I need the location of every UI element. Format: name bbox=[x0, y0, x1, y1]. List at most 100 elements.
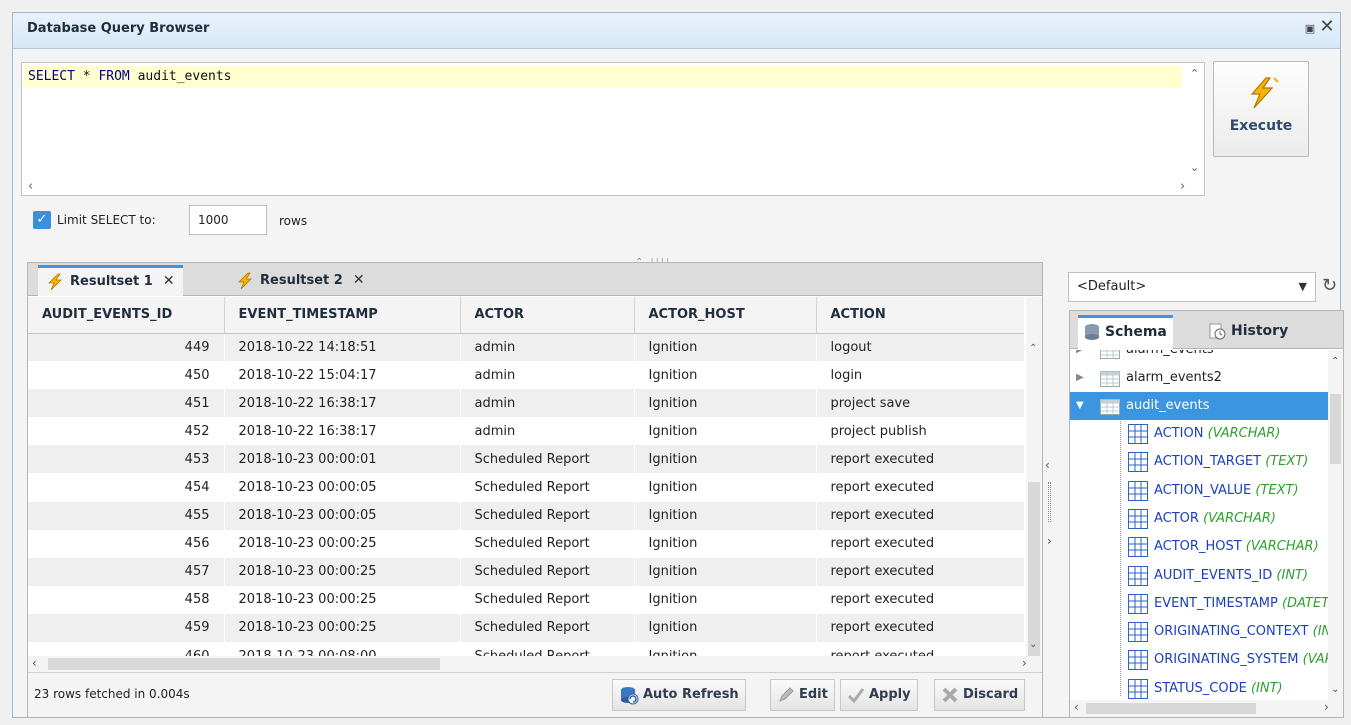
restore-icon[interactable]: ▣ bbox=[1301, 22, 1319, 42]
auto-refresh-button[interactable]: Auto Refresh bbox=[612, 679, 746, 711]
table-cell[interactable]: project save bbox=[816, 389, 1024, 418]
tree-node-column[interactable]: ACTOR_HOST (VARCHAR) bbox=[1070, 533, 1328, 561]
table-cell[interactable]: report executed bbox=[816, 529, 1024, 558]
tree-node-column[interactable]: AUDIT_EVENTS_ID (INT) bbox=[1070, 562, 1328, 590]
grid-scroll-left-icon[interactable]: ‹ bbox=[32, 656, 37, 670]
tree-node-column[interactable]: STATUS_CODE (INT) bbox=[1070, 675, 1328, 700]
tree-scroll-down-icon[interactable]: ⌄ bbox=[1331, 684, 1339, 695]
table-cell[interactable]: 458 bbox=[28, 585, 225, 614]
collapsed-arrow-icon[interactable]: ▶ bbox=[1076, 350, 1084, 364]
table-row[interactable]: 4602018-10-23 00:08:00Scheduled ReportIg… bbox=[28, 642, 1024, 656]
table-cell[interactable]: Ignition bbox=[634, 333, 817, 362]
table-cell[interactable]: admin bbox=[460, 361, 635, 390]
table-cell[interactable]: 449 bbox=[28, 333, 225, 362]
table-cell[interactable]: Ignition bbox=[634, 501, 817, 530]
table-cell[interactable]: Ignition bbox=[634, 389, 817, 418]
table-cell[interactable]: Scheduled Report bbox=[460, 473, 635, 502]
table-cell[interactable]: report executed bbox=[816, 501, 1024, 530]
table-cell[interactable]: report executed bbox=[816, 557, 1024, 586]
grid-scroll-down-icon[interactable]: ⌄ bbox=[1029, 639, 1037, 650]
table-cell[interactable]: project publish bbox=[816, 417, 1024, 446]
table-cell[interactable]: Ignition bbox=[634, 361, 817, 390]
table-cell[interactable]: 2018-10-23 00:00:01 bbox=[224, 445, 461, 474]
table-cell[interactable]: 2018-10-22 16:38:17 bbox=[224, 389, 461, 418]
collapse-right-icon[interactable]: › bbox=[1047, 534, 1052, 548]
table-cell[interactable]: Ignition bbox=[634, 417, 817, 446]
refresh-icon[interactable]: ↻ bbox=[1322, 275, 1337, 296]
tree-node-column[interactable]: ACTION_VALUE (TEXT) bbox=[1070, 477, 1328, 505]
column-header[interactable]: EVENT_TIMESTAMP bbox=[224, 297, 461, 334]
grid-horizontal-scrollbar[interactable]: ‹ › bbox=[28, 656, 1042, 672]
table-cell[interactable]: 460 bbox=[28, 642, 225, 656]
table-cell[interactable]: 2018-10-23 00:00:05 bbox=[224, 473, 461, 502]
table-cell[interactable]: 459 bbox=[28, 613, 225, 643]
tab-resultset-1[interactable]: Resultset 1 ✕ bbox=[38, 265, 183, 296]
table-cell[interactable]: report executed bbox=[816, 613, 1024, 643]
close-icon[interactable]: ✕ bbox=[1318, 16, 1336, 37]
apply-button[interactable]: Apply bbox=[840, 679, 918, 711]
collapsed-arrow-icon[interactable]: ▶ bbox=[1076, 364, 1084, 392]
editor-horizontal-scrollbar[interactable]: ‹ › bbox=[22, 179, 1204, 195]
grid-scroll-right-icon[interactable]: › bbox=[1022, 656, 1027, 670]
tree-horizontal-scrollbar[interactable]: ‹ › bbox=[1070, 700, 1343, 717]
table-cell[interactable]: report executed bbox=[816, 642, 1024, 656]
grid-scroll-up-icon[interactable]: ⌃ bbox=[1029, 343, 1037, 354]
table-cell[interactable]: report executed bbox=[816, 585, 1024, 614]
table-cell[interactable]: logout bbox=[816, 333, 1024, 362]
table-cell[interactable]: 452 bbox=[28, 417, 225, 446]
table-cell[interactable]: Ignition bbox=[634, 445, 817, 474]
table-cell[interactable]: Ignition bbox=[634, 613, 817, 643]
tab-history[interactable]: History bbox=[1202, 315, 1294, 349]
schema-tree[interactable]: ▶ alarm_events ▶ alarm_events2 ▼ audit_events… bbox=[1070, 350, 1328, 700]
table-row[interactable]: 451 2018-10-22 16:38:17 admin Ignition proje… bbox=[28, 389, 1024, 418]
column-header[interactable]: AUDIT_EVENTS_ID bbox=[28, 297, 225, 334]
grid-vertical-scrollbar[interactable]: ⌃ ⌄ bbox=[1026, 297, 1042, 657]
tree-node-table-selected[interactable]: ▼ audit_events bbox=[1070, 392, 1328, 420]
table-cell[interactable]: Scheduled Report bbox=[460, 642, 635, 656]
table-cell[interactable]: 455 bbox=[28, 501, 225, 530]
tree-scroll-right-icon[interactable]: › bbox=[1324, 700, 1329, 714]
table-cell[interactable]: 456 bbox=[28, 529, 225, 558]
expanded-arrow-icon[interactable]: ▼ bbox=[1076, 392, 1084, 420]
table-row[interactable]: 449 2018-10-22 14:18:51 admin Ignition logou… bbox=[28, 333, 1024, 362]
table-cell[interactable]: 2018-10-23 00:08:00 bbox=[224, 642, 461, 656]
limit-checkbox[interactable]: ✓ bbox=[33, 211, 51, 229]
tree-scroll-left-icon[interactable]: ‹ bbox=[1074, 700, 1079, 714]
execute-button[interactable]: Execute bbox=[1213, 61, 1309, 157]
table-cell[interactable]: report executed bbox=[816, 445, 1024, 474]
table-cell[interactable]: Ignition bbox=[634, 557, 817, 586]
tree-horizontal-thumb[interactable] bbox=[1086, 703, 1256, 714]
table-cell[interactable]: Ignition bbox=[634, 473, 817, 502]
table-cell[interactable]: Scheduled Report bbox=[460, 501, 635, 530]
tree-node-column[interactable]: ACTION_TARGET (TEXT) bbox=[1070, 448, 1328, 476]
column-header[interactable]: ACTOR bbox=[460, 297, 635, 334]
table-cell[interactable]: Ignition bbox=[634, 585, 817, 614]
table-cell[interactable]: 2018-10-22 14:18:51 bbox=[224, 333, 461, 362]
table-row[interactable]: 458 2018-10-23 00:00:25 Scheduled Report Ig… bbox=[28, 585, 1024, 614]
table-cell[interactable]: 2018-10-23 00:00:05 bbox=[224, 501, 461, 530]
table-row[interactable]: 459 2018-10-23 00:00:25 Scheduled Report Ig… bbox=[28, 613, 1024, 643]
query-line[interactable]: SELECT * FROM audit_events bbox=[24, 66, 1182, 88]
table-row[interactable]: 450 2018-10-22 15:04:17 admin Ignition login bbox=[28, 361, 1024, 390]
close-tab-icon[interactable]: ✕ bbox=[163, 273, 175, 289]
table-cell[interactable]: Scheduled Report bbox=[460, 585, 635, 614]
table-cell[interactable]: report executed bbox=[816, 473, 1024, 502]
edit-button[interactable]: Edit bbox=[770, 679, 835, 711]
table-row[interactable]: 457 2018-10-23 00:00:25 Scheduled Report Ig… bbox=[28, 557, 1024, 586]
editor-scroll-up-icon[interactable]: ⌃ bbox=[1190, 67, 1199, 80]
tree-scroll-up-icon[interactable]: ⌃ bbox=[1331, 356, 1339, 367]
table-cell[interactable]: admin bbox=[460, 389, 635, 418]
table-cell[interactable]: 453 bbox=[28, 445, 225, 474]
table-cell[interactable]: 2018-10-22 16:38:17 bbox=[224, 417, 461, 446]
table-cell[interactable]: 2018-10-23 00:00:25 bbox=[224, 585, 461, 614]
table-cell[interactable]: 2018-10-23 00:00:25 bbox=[224, 529, 461, 558]
table-cell[interactable]: 454 bbox=[28, 473, 225, 502]
table-cell[interactable]: 2018-10-22 15:04:17 bbox=[224, 361, 461, 390]
table-cell[interactable]: 457 bbox=[28, 557, 225, 586]
query-editor[interactable]: SELECT * FROM audit_events ⌃ ⌄ ‹ › bbox=[21, 62, 1205, 196]
editor-scroll-left-icon[interactable]: ‹ bbox=[28, 179, 33, 194]
table-cell[interactable]: Scheduled Report bbox=[460, 529, 635, 558]
table-row[interactable]: 454 2018-10-23 00:00:05 Scheduled Report Ig… bbox=[28, 473, 1024, 502]
editor-scroll-down-icon[interactable]: ⌄ bbox=[1190, 161, 1199, 174]
tree-node-column[interactable]: ACTION (VARCHAR) bbox=[1070, 420, 1328, 448]
